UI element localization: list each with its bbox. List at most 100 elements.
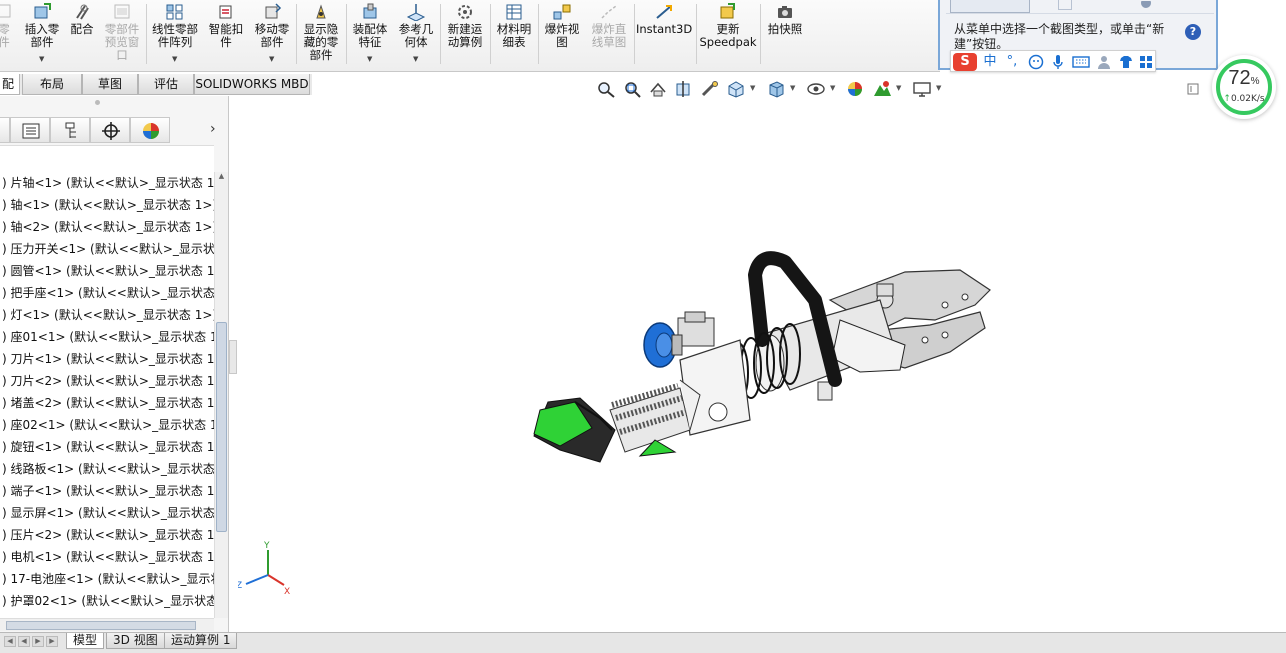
- collapse-panel-icon[interactable]: [1186, 80, 1200, 98]
- tree-item[interactable]: ) 轴<1> (默认<<默认>_显示状态 1>): [0, 194, 214, 216]
- keyboard-icon[interactable]: [1071, 53, 1091, 71]
- tree-item[interactable]: ) 显示屏<1> (默认<<默认>_显示状态 1: [0, 502, 214, 524]
- last-tab-icon[interactable]: ▶: [46, 636, 58, 647]
- reference-geometry-button[interactable]: 参考几 何体 ▼: [394, 0, 438, 70]
- tab-feature-tree[interactable]: [0, 117, 10, 143]
- edit-appearance-icon[interactable]: [846, 80, 866, 98]
- snip-delay-button[interactable]: [1058, 0, 1072, 10]
- tree-item[interactable]: ) 把手座<1> (默认<<默认>_显示状态 1: [0, 282, 214, 304]
- tree-item[interactable]: ) 灯<1> (默认<<默认>_显示状态 1>): [0, 304, 214, 326]
- section-view-icon[interactable]: [674, 80, 694, 98]
- tree-item[interactable]: ) 线路板<1> (默认<<默认>_显示状态 1: [0, 458, 214, 480]
- smart-fasteners-button[interactable]: 智能扣 件: [204, 0, 248, 70]
- chevron-down-icon[interactable]: ▼: [790, 84, 795, 92]
- adjustment-knob[interactable]: [643, 322, 683, 368]
- exploded-view-button[interactable]: 爆炸视 图: [540, 0, 584, 70]
- tab-solidworks-mbd[interactable]: SOLIDWORKS MBD: [194, 74, 310, 95]
- tab-motion-study-1[interactable]: 运动算例 1: [164, 633, 238, 649]
- snip-new-button[interactable]: [950, 0, 1030, 13]
- apply-scene-icon[interactable]: [872, 80, 892, 98]
- tab-layout[interactable]: 布局: [22, 74, 82, 95]
- tab-configuration-manager[interactable]: [50, 117, 90, 143]
- take-snapshot-button[interactable]: 拍快照: [762, 0, 808, 70]
- show-hidden-components-button[interactable]: 显示隐 藏的零 部件: [298, 0, 344, 70]
- component-preview-button[interactable]: 零部件 预览窗 口: [100, 0, 144, 70]
- chevron-down-icon[interactable]: ▼: [269, 53, 274, 66]
- tab-sketch[interactable]: 草图: [82, 74, 138, 95]
- battery-pack[interactable]: [533, 397, 616, 463]
- tree-item[interactable]: ) 堵盖<2> (默认<<默认>_显示状态 1>: [0, 392, 214, 414]
- edit-component-button[interactable]: 零 件: [0, 0, 14, 70]
- tab-model[interactable]: 模型: [66, 633, 105, 649]
- tree-item[interactable]: ) 端子<1> (默认<<默认>_显示状态 1>: [0, 480, 214, 502]
- chevron-down-icon[interactable]: ▼: [830, 84, 835, 92]
- scroll-thumb[interactable]: [216, 322, 227, 532]
- tree-item[interactable]: ) 片轴<1> (默认<<默认>_显示状态 1>: [0, 172, 214, 194]
- tree-item[interactable]: ) 旋钮<1> (默认<<默认>_显示状态 1>: [0, 436, 214, 458]
- sogou-logo-icon[interactable]: S: [953, 53, 977, 71]
- ime-mode-toggle[interactable]: 中: [981, 53, 999, 71]
- insert-component-button[interactable]: 插入零 部件 ▼: [20, 0, 64, 70]
- tab-property-manager[interactable]: [10, 117, 50, 143]
- chevron-down-icon[interactable]: ▼: [750, 84, 755, 92]
- graphics-viewport[interactable]: Y X Z: [236, 100, 1286, 632]
- motor-housing[interactable]: [609, 379, 701, 457]
- tree-item[interactable]: ) 电机<1> (默认<<默认>_显示状态 1>: [0, 546, 214, 568]
- microphone-icon[interactable]: [1049, 53, 1067, 71]
- tree-horizontal-scrollbar[interactable]: [0, 618, 214, 631]
- zoom-to-fit-icon[interactable]: [596, 80, 616, 98]
- tree-item[interactable]: ) 刀片<2> (默认<<默认>_显示状态 1>: [0, 370, 214, 392]
- tab-3d-view[interactable]: 3D 视图: [106, 633, 165, 649]
- ime-punctuation-toggle[interactable]: °,: [1003, 53, 1021, 71]
- panel-grip[interactable]: [95, 100, 100, 105]
- chevron-down-icon[interactable]: ▼: [172, 53, 177, 66]
- tab-display-manager[interactable]: [130, 117, 170, 143]
- prev-tab-icon[interactable]: ◀: [18, 636, 30, 647]
- user-icon[interactable]: [1095, 53, 1113, 71]
- instant3d-button[interactable]: Instant3D: [636, 0, 692, 70]
- view-settings-icon[interactable]: [912, 80, 932, 98]
- tree-item[interactable]: ) 护罩02<1> (默认<<默认>_显示状态 1: [0, 590, 214, 612]
- gear-icon[interactable]: [1138, 0, 1154, 10]
- assembly-features-button[interactable]: 装配体 特征 ▼: [348, 0, 392, 70]
- tree-item[interactable]: ) 压片<2> (默认<<默认>_显示状态 1>: [0, 524, 214, 546]
- tree-item[interactable]: ) 座02<1> (默认<<默认>_显示状态 1>: [0, 414, 214, 436]
- explode-line-sketch-button[interactable]: 爆炸直 线草图: [586, 0, 632, 70]
- toolbox-grid-icon[interactable]: [1137, 53, 1155, 71]
- panel-splitter[interactable]: [229, 340, 237, 374]
- scroll-up-icon[interactable]: ▲: [216, 172, 227, 184]
- move-component-button[interactable]: 移动零 部件 ▼: [250, 0, 294, 70]
- chevron-down-icon[interactable]: ▼: [896, 84, 901, 92]
- chevron-right-icon[interactable]: ›: [210, 121, 216, 137]
- tab-dimxpert[interactable]: [90, 117, 130, 143]
- tree-item[interactable]: ) 圆管<1> (默认<<默认>_显示状态 1>: [0, 260, 214, 282]
- tree-item[interactable]: ) 压力开关<1> (默认<<默认>_显示状态: [0, 238, 214, 260]
- view-orientation-icon[interactable]: [726, 80, 746, 98]
- emoji-icon[interactable]: [1027, 53, 1045, 71]
- chevron-down-icon[interactable]: ▼: [413, 53, 418, 66]
- update-speedpak-button[interactable]: 更新 Speedpak: [698, 0, 758, 70]
- skin-shirt-icon[interactable]: [1117, 53, 1135, 71]
- tree-vertical-scrollbar[interactable]: ▲: [214, 172, 228, 618]
- help-icon[interactable]: ?: [1185, 24, 1201, 40]
- tree-item[interactable]: ) 轴<2> (默认<<默认>_显示状态 1>): [0, 216, 214, 238]
- chevron-down-icon[interactable]: ▼: [367, 53, 372, 66]
- zoom-to-area-icon[interactable]: [622, 80, 642, 98]
- dynamic-annotation-icon[interactable]: [700, 80, 720, 98]
- chevron-down-icon[interactable]: ▼: [936, 84, 941, 92]
- tree-item[interactable]: ) 座01<1> (默认<<默认>_显示状态 1>: [0, 326, 214, 348]
- mate-button[interactable]: 配合: [66, 0, 98, 70]
- tree-item[interactable]: ) 17-电池座<1> (默认<<默认>_显示状: [0, 568, 214, 590]
- next-tab-icon[interactable]: ▶: [32, 636, 44, 647]
- first-tab-icon[interactable]: ◀: [4, 636, 16, 647]
- tab-assembly[interactable]: 配体: [0, 74, 20, 111]
- tree-item[interactable]: ) 刀片<1> (默认<<默认>_显示状态 1>: [0, 348, 214, 370]
- new-motion-study-button[interactable]: 新建运 动算例: [442, 0, 488, 70]
- bill-of-materials-button[interactable]: 材料明 细表: [492, 0, 536, 70]
- tab-evaluate[interactable]: 评估: [138, 74, 194, 95]
- hide-show-items-icon[interactable]: [806, 80, 826, 98]
- chevron-down-icon[interactable]: ▼: [39, 53, 44, 66]
- display-style-icon[interactable]: [766, 80, 786, 98]
- previous-view-icon[interactable]: [648, 80, 668, 98]
- linear-pattern-button[interactable]: 线性零部 件阵列 ▼: [148, 0, 202, 70]
